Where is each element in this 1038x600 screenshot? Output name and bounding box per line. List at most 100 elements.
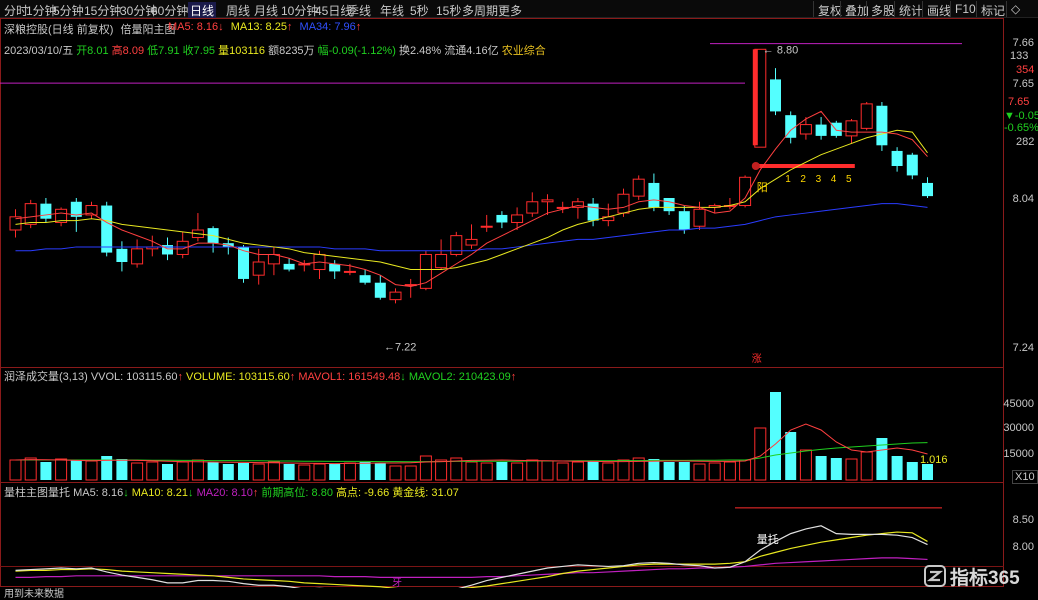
volume-bar [860,451,873,481]
y-label-7-65: 7.65 [1012,78,1034,90]
ya-label: 牙 [392,577,402,588]
period-tab[interactable]: 月线 [254,2,278,19]
candle-body [343,270,356,273]
candle-body [617,193,630,214]
candle-body [587,203,599,221]
volume-bar [298,464,311,481]
info-change: ▼-0.05 [1004,110,1038,122]
count-label: 1 [785,174,791,185]
low-mark-label: ←7.22 [384,342,416,354]
volume-bar [845,458,858,481]
toolbar-button[interactable]: 标记 [976,1,1009,18]
zhang-label: 涨 [752,353,762,365]
candle-body [526,201,539,214]
volume-bar [146,461,159,481]
candle-body [770,79,781,112]
period-tab[interactable]: 多周期 [462,2,498,19]
volume-bar [541,460,554,481]
volume-bar [496,462,508,480]
candle-body [906,154,918,176]
volume-bar [252,463,265,481]
yang-label: 阳 [757,181,768,194]
info-354: 354 [1016,64,1035,76]
candle-body [678,211,690,230]
volume-bar [663,462,675,480]
volume-bar [754,427,767,481]
volume-bar [602,462,615,481]
volume-chart[interactable] [0,380,1004,483]
watermark: 指标365 [924,563,1034,589]
info-765-red: 7.65 [1008,96,1030,108]
candle-body [465,238,478,246]
volume-bar [693,463,706,481]
period-tab[interactable]: 5分钟 [53,2,84,19]
candle-body [24,203,37,225]
volume-bar [283,464,295,480]
period-tab[interactable]: 5秒 [410,2,429,19]
candle-body [374,282,386,298]
period-tab[interactable]: 日线 [188,2,217,19]
volume-bar [648,459,660,480]
candle-body [359,275,371,283]
ma5-line [15,525,928,588]
period-tab[interactable]: 60分钟 [151,2,188,19]
candle-body [541,199,554,203]
volume-bar [511,462,524,481]
bottom-indicator-chart[interactable]: 量托牙 [0,496,1004,588]
candle-body [101,205,113,253]
volume-bar [708,462,721,481]
candle-body [648,182,660,208]
candle-body [252,261,265,276]
info-vol: 133 [1010,50,1029,62]
vol-last-value: 1.016 [920,454,948,466]
volume-bar [24,457,37,481]
volume-bar [162,464,173,480]
vol-y-15000: 15000 [1003,448,1034,460]
count-label: 2 [800,174,806,185]
volume-bar [785,432,797,480]
volume-bar [70,460,82,480]
y-label-7-24: 7.24 [1012,342,1034,354]
volume-bar [465,461,478,481]
watermark-text: 指标365 [950,567,1020,589]
footer-note: 用到未来数据 [4,589,64,600]
vol-y-45000: 45000 [1003,398,1034,410]
candle-body [799,124,812,135]
candle-body [450,235,463,255]
period-toolbar: 分时 1分钟 5分钟 15分钟 30分钟 60分钟 日线 周线 月线 10分钟 45日线 季线 年线 5秒… [0,0,1038,19]
period-tab[interactable]: 10分钟 [281,2,318,19]
volume-bar [9,459,22,481]
main-candlestick-chart[interactable]: ← 8.80 ←7.22 阳涨 1 2 3 4 5 [0,18,1004,368]
toolbar-button[interactable]: ◇ [1006,1,1024,17]
volume-bar [922,464,933,480]
candle-body [663,198,675,212]
period-tab[interactable]: 15秒 [436,2,461,19]
watermark-logo-icon [924,565,946,587]
volume-bar [617,459,630,481]
period-tab[interactable]: 周线 [226,2,250,19]
volume-bar [191,459,204,481]
volume-bar [587,461,599,480]
volume-bar [723,461,736,481]
period-tab[interactable]: 年线 [380,2,404,19]
volume-bar [374,463,386,480]
volume-bar [40,462,52,480]
candle-body [815,124,827,136]
volume-bar [222,464,234,480]
signal-dot [751,162,760,170]
ma20-line [15,557,928,579]
candle-body [922,182,933,197]
count-label: 3 [816,174,822,185]
volume-bar [556,462,569,481]
period-tab[interactable]: 季线 [347,2,371,19]
vol-unit: X10 [1012,470,1038,484]
candle-body [480,225,493,228]
period-tab[interactable]: 分时 [4,2,28,19]
volume-bar [480,462,493,481]
period-tab[interactable]: 15分钟 [84,2,121,19]
volume-bar [739,459,752,481]
liangtuo-label: 量托 [757,532,779,546]
volume-bar [359,462,371,480]
period-tab[interactable]: 更多 [498,2,522,19]
volume-bar [85,460,98,481]
